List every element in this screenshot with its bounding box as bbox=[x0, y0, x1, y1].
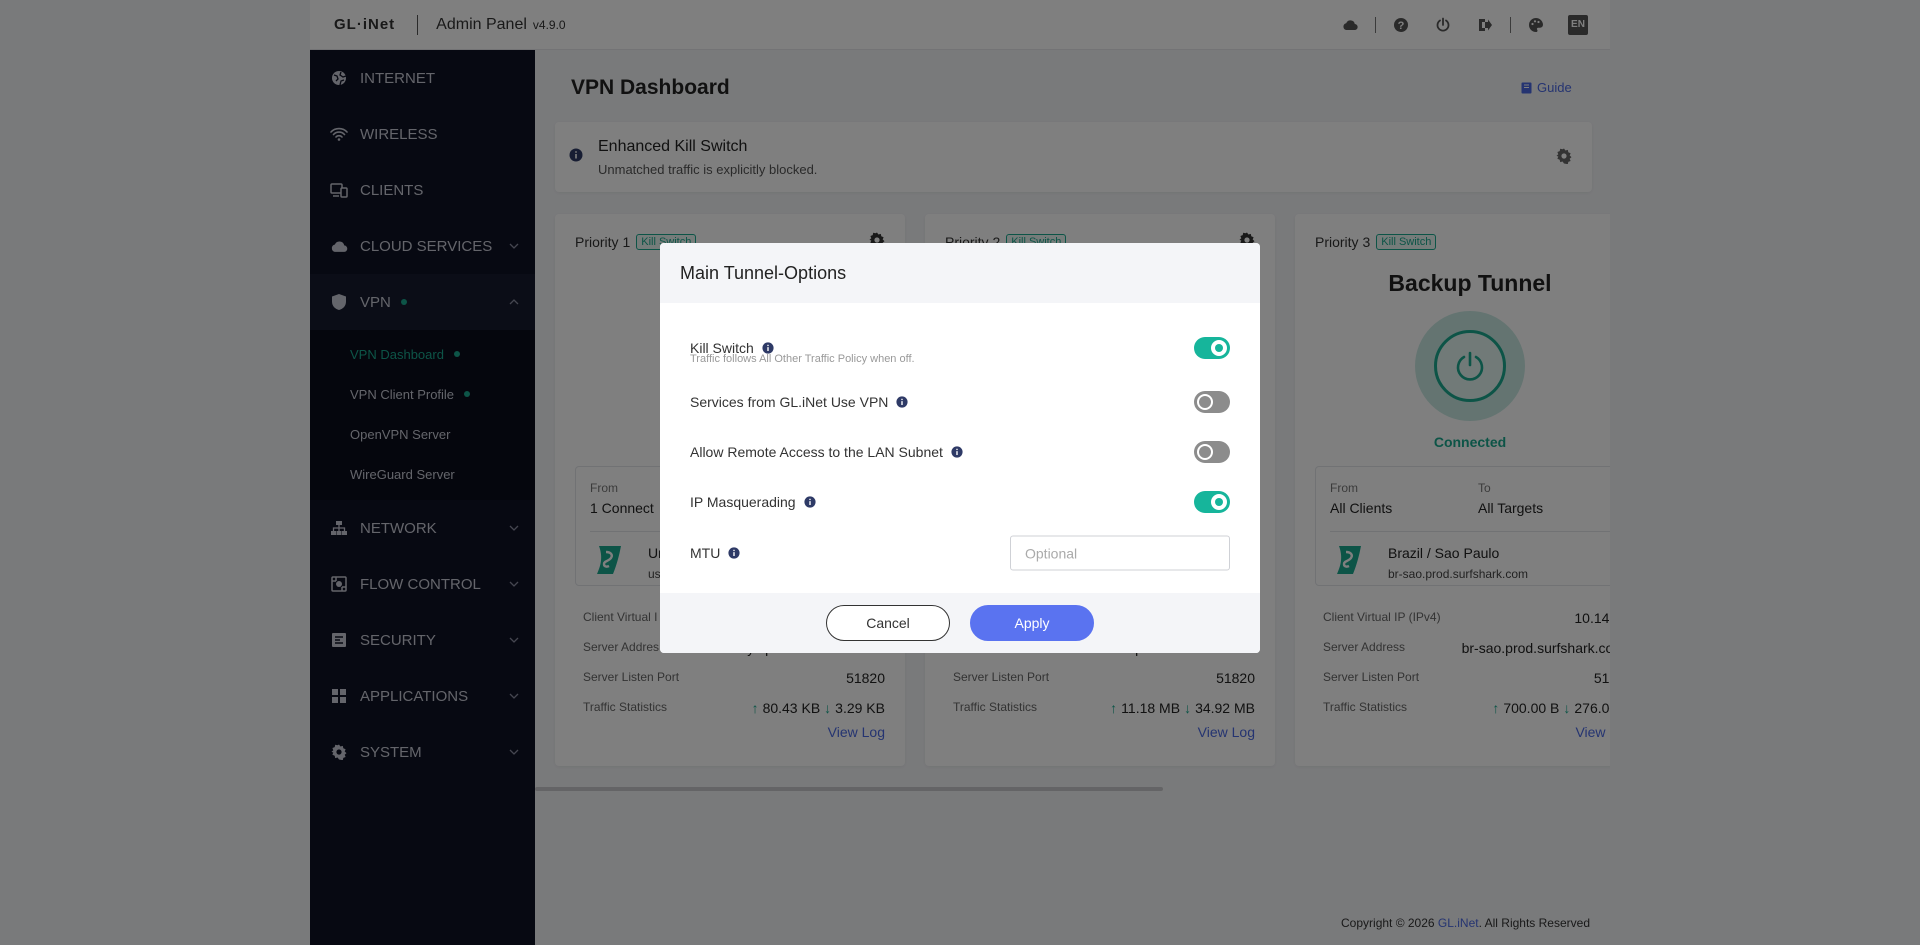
toggle-knob bbox=[1211, 494, 1227, 510]
option-kill-switch: Kill Switch Traffic follows All Other Tr… bbox=[690, 333, 1230, 365]
info-icon[interactable] bbox=[728, 547, 740, 559]
option-mtu: MTU bbox=[690, 535, 1230, 571]
option-label: Allow Remote Access to the LAN Subnet bbox=[690, 444, 963, 460]
option-label: Services from GL.iNet Use VPN bbox=[690, 394, 908, 410]
dialog-title: Main Tunnel-Options bbox=[660, 243, 1260, 303]
option-label-text: Allow Remote Access to the LAN Subnet bbox=[690, 444, 943, 460]
option-label-text: MTU bbox=[690, 545, 721, 561]
option-ip-masquerading: IP Masquerading bbox=[690, 487, 1230, 517]
mtu-input[interactable] bbox=[1010, 535, 1230, 571]
option-label: IP Masquerading bbox=[690, 494, 816, 510]
option-label-text: IP Masquerading bbox=[690, 494, 796, 510]
option-label: MTU bbox=[690, 545, 740, 561]
option-label-text: Services from GL.iNet Use VPN bbox=[690, 394, 889, 410]
cancel-button[interactable]: Cancel bbox=[826, 605, 950, 641]
tunnel-options-dialog: Main Tunnel-Options Kill Switch Traffic … bbox=[660, 243, 1260, 653]
services-use-vpn-toggle[interactable] bbox=[1194, 391, 1230, 413]
ip-masquerading-toggle[interactable] bbox=[1194, 491, 1230, 513]
option-description: Traffic follows All Other Traffic Policy… bbox=[690, 353, 915, 365]
toggle-knob bbox=[1211, 340, 1227, 356]
info-icon[interactable] bbox=[896, 396, 908, 408]
toggle-knob bbox=[1197, 394, 1213, 410]
info-icon[interactable] bbox=[951, 446, 963, 458]
toggle-knob bbox=[1197, 444, 1213, 460]
kill-switch-toggle[interactable] bbox=[1194, 337, 1230, 359]
apply-button[interactable]: Apply bbox=[970, 605, 1094, 641]
remote-access-lan-toggle[interactable] bbox=[1194, 441, 1230, 463]
dialog-footer: Cancel Apply bbox=[660, 593, 1260, 653]
info-icon[interactable] bbox=[804, 496, 816, 508]
option-services-use-vpn: Services from GL.iNet Use VPN bbox=[690, 387, 1230, 417]
option-remote-access-lan: Allow Remote Access to the LAN Subnet bbox=[690, 437, 1230, 467]
dialog-body: Kill Switch Traffic follows All Other Tr… bbox=[660, 303, 1260, 593]
